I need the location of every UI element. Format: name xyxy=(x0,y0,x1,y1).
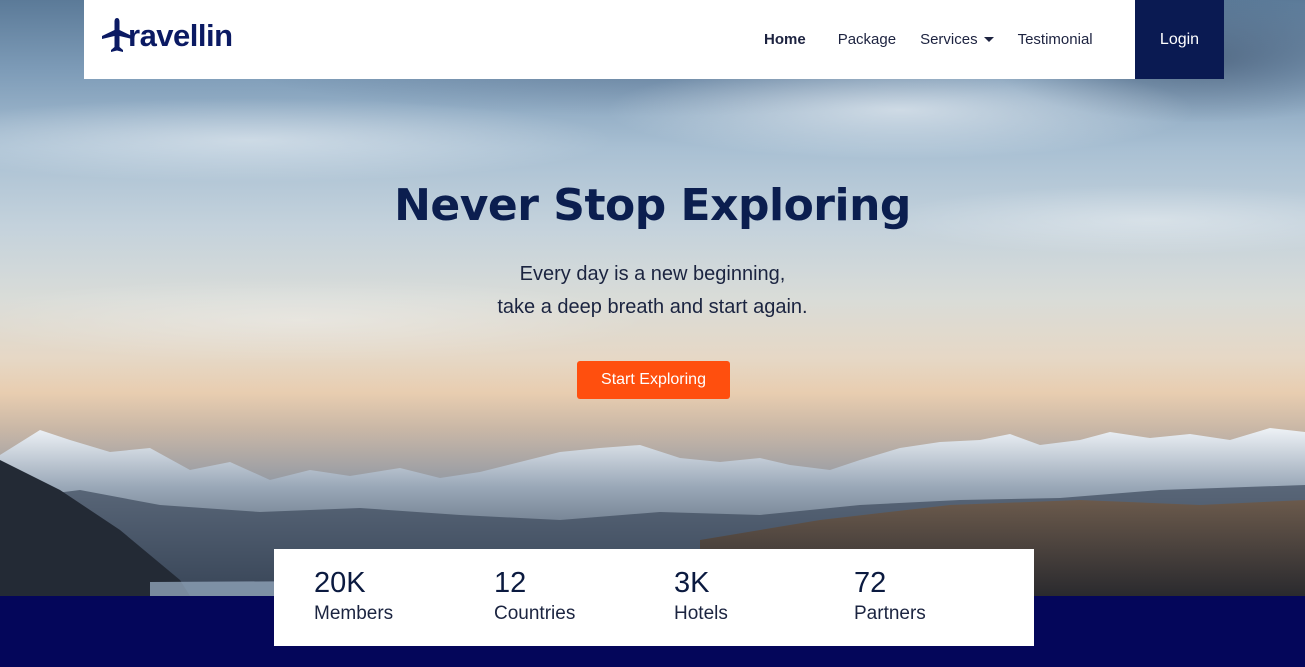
stat-label: Members xyxy=(314,603,394,624)
stat-label: Countries xyxy=(494,603,576,624)
brand-logo[interactable]: ravellin xyxy=(100,14,233,58)
hero-subtitle-line-2: take a deep breath and start again. xyxy=(497,296,808,318)
nav-menu: Home Package Services Testimonial xyxy=(764,0,1117,79)
nav-item-label: Package xyxy=(837,31,897,48)
nav-item-testimonial[interactable]: Testimonial xyxy=(1018,31,1093,48)
hero-subtitle-line-1: Every day is a new beginning, xyxy=(519,263,786,285)
stat-partners: 72 Partners xyxy=(854,567,1034,646)
brand-name: ravellin xyxy=(128,18,233,53)
stat-value: 20K xyxy=(314,567,366,599)
stat-value: 12 xyxy=(494,567,527,599)
start-exploring-button[interactable]: Start Exploring xyxy=(577,361,730,399)
nav-item-services[interactable]: Services xyxy=(920,31,994,48)
stat-value: 3K xyxy=(674,567,710,599)
hero-subtitle: Every day is a new beginning, take a dee… xyxy=(0,258,1305,324)
login-button[interactable]: Login xyxy=(1135,0,1224,79)
nav-item-label: Testimonial xyxy=(1017,31,1093,48)
hero-title: Never Stop Exploring xyxy=(394,180,911,231)
nav-item-label: Home xyxy=(764,31,806,48)
stat-countries: 12 Countries xyxy=(494,567,674,646)
caret-down-icon xyxy=(983,37,994,42)
nav-item-home[interactable]: Home xyxy=(764,31,806,48)
nav-item-label: Services xyxy=(920,31,978,48)
stat-members: 20K Members xyxy=(314,567,494,646)
nav-item-package[interactable]: Package xyxy=(838,31,896,48)
top-navbar: ravellin Home Package Services Testimoni… xyxy=(84,0,1224,79)
stat-label: Hotels xyxy=(674,603,728,624)
stat-hotels: 3K Hotels xyxy=(674,567,854,646)
stats-card: 20K Members 12 Countries 3K Hotels 72 Pa… xyxy=(274,549,1034,646)
stat-value: 72 xyxy=(854,567,887,599)
stat-label: Partners xyxy=(854,603,926,624)
